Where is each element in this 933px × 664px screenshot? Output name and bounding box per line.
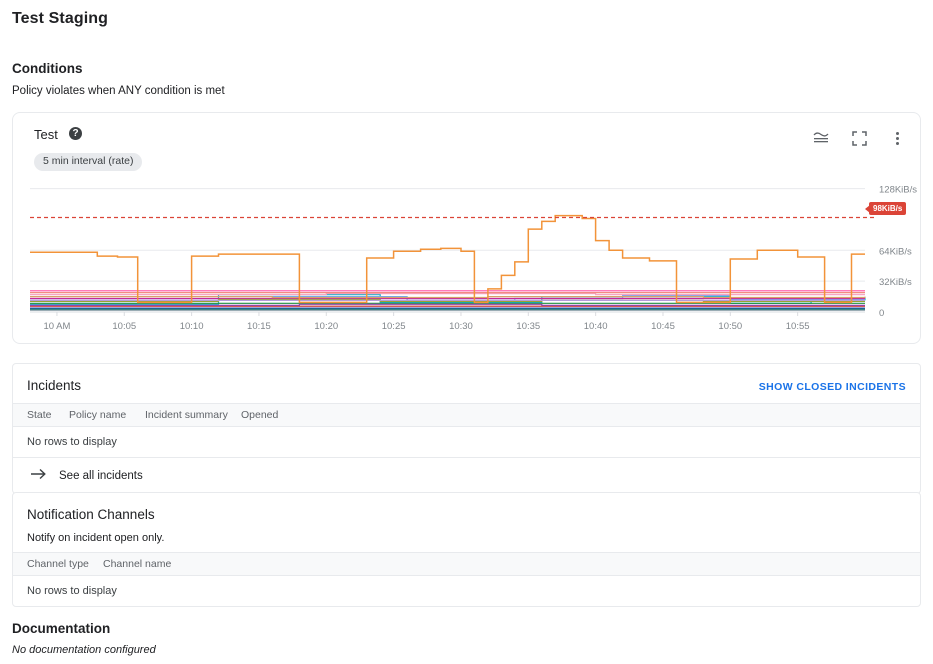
chart-plot-area[interactable]: 128KiB/s 64KiB/s 32KiB/s 0 10 AM 10:05 10:10 10…	[13, 171, 920, 343]
incidents-panel: Incidents SHOW CLOSED INCIDENTS State Po…	[12, 363, 921, 494]
more-vert-icon[interactable]	[886, 127, 908, 149]
show-closed-incidents-link[interactable]: SHOW CLOSED INCIDENTS	[759, 381, 906, 393]
documentation-heading: Documentation	[12, 621, 111, 636]
svg-text:10:55: 10:55	[786, 321, 810, 332]
notification-channels-title: Notification Channels	[27, 507, 155, 522]
chart-toolbar	[810, 127, 908, 149]
help-icon[interactable]: ?	[69, 127, 82, 140]
conditions-heading: Conditions	[12, 61, 83, 76]
chart-title: Test	[34, 127, 58, 142]
condition-chart-card: Test ? 5 min interval (rate) 128KiB/s 64…	[12, 112, 921, 344]
fullscreen-icon[interactable]	[848, 127, 870, 149]
notification-channels-note: Notify on incident open only.	[27, 532, 165, 544]
svg-text:10:20: 10:20	[314, 321, 338, 332]
conditions-subtitle: Policy violates when ANY condition is me…	[12, 85, 225, 97]
incidents-empty-text: No rows to display	[27, 436, 117, 448]
svg-text:10:25: 10:25	[382, 321, 406, 332]
column-channel-type: Channel type	[27, 558, 89, 570]
svg-text:10:10: 10:10	[180, 321, 204, 332]
svg-text:64KiB/s: 64KiB/s	[879, 246, 912, 257]
svg-text:10:15: 10:15	[247, 321, 271, 332]
chart-header: Test ? 5 min interval (rate)	[13, 113, 920, 171]
column-policy-name: Policy name	[69, 409, 127, 421]
channels-empty-text: No rows to display	[27, 585, 117, 597]
see-all-incidents-label: See all incidents	[59, 469, 143, 482]
column-state: State	[27, 409, 52, 421]
column-channel-name: Channel name	[103, 558, 172, 570]
page-title: Test Staging	[12, 10, 109, 27]
see-all-incidents-button[interactable]: See all incidents	[13, 457, 920, 493]
svg-text:10:45: 10:45	[651, 321, 675, 332]
arrow-right-icon	[30, 468, 47, 483]
svg-text:0: 0	[879, 308, 884, 319]
svg-text:10:05: 10:05	[112, 321, 136, 332]
svg-text:10:50: 10:50	[718, 321, 742, 332]
svg-text:10:30: 10:30	[449, 321, 473, 332]
channels-table-header: Channel type Channel name	[13, 552, 920, 576]
incidents-table-header: State Policy name Incident summary Opene…	[13, 403, 920, 427]
column-incident-summary: Incident summary	[145, 409, 228, 421]
alert-policy-page: Test Staging Conditions Policy violates …	[0, 0, 933, 664]
svg-text:32KiB/s: 32KiB/s	[879, 277, 912, 288]
notification-channels-panel: Notification Channels Notify on incident…	[12, 492, 921, 607]
column-opened: Opened	[241, 409, 279, 421]
documentation-empty-text: No documentation configured	[12, 644, 156, 656]
svg-text:10:40: 10:40	[584, 321, 608, 332]
svg-text:10 AM: 10 AM	[43, 321, 70, 332]
chart-legend-icon[interactable]	[810, 127, 832, 149]
svg-text:128KiB/s: 128KiB/s	[879, 185, 917, 196]
interval-chip: 5 min interval (rate)	[34, 153, 143, 171]
chart-svg: 128KiB/s 64KiB/s 32KiB/s 0 10 AM 10:05 10:10 10…	[30, 185, 917, 332]
svg-text:10:35: 10:35	[516, 321, 540, 332]
threshold-badge: 98KiB/s	[864, 202, 907, 215]
